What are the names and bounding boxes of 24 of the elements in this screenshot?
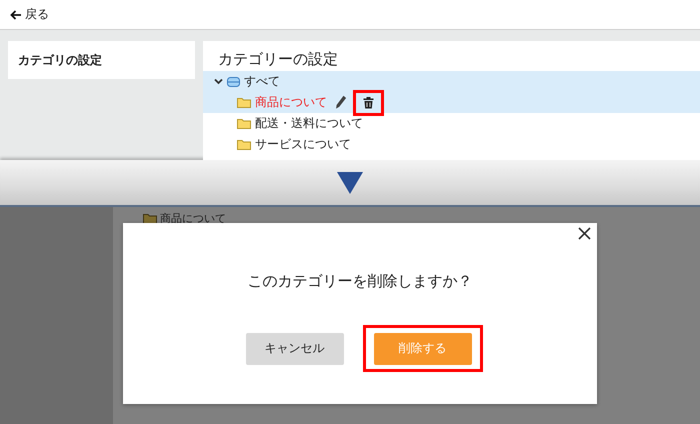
panel-title: カテゴリーの設定	[218, 50, 338, 69]
database-icon	[227, 76, 240, 86]
folder-icon	[237, 97, 251, 108]
dialog-message: このカテゴリーを削除しますか？	[248, 272, 472, 290]
tree-label: サービスについて	[255, 136, 351, 153]
tree-row[interactable]: すべて	[203, 71, 700, 92]
tree-row[interactable]: 商品について	[203, 92, 700, 113]
tree-label: 商品について	[255, 94, 327, 111]
pencil-icon[interactable]	[335, 95, 347, 110]
cancel-button[interactable]: キャンセル	[246, 332, 344, 364]
tree-row[interactable]: 配送・送料について	[203, 113, 700, 134]
back-arrow-icon	[10, 10, 22, 20]
tree-label: すべて	[244, 73, 280, 90]
tree-label: 商品について	[160, 211, 226, 226]
sidebar-item[interactable]: カテゴリの設定	[8, 41, 195, 79]
back-link[interactable]: 戻る	[10, 6, 49, 23]
chevron-down-icon[interactable]	[214, 77, 223, 86]
folder-icon	[237, 139, 251, 150]
close-icon[interactable]	[578, 227, 591, 240]
tree-row[interactable]: サービスについて	[203, 134, 700, 155]
down-arrow-icon	[337, 172, 363, 194]
folder-icon	[237, 118, 251, 129]
trash-icon[interactable]	[363, 96, 374, 109]
tree-label: 配送・送料について	[255, 115, 363, 132]
